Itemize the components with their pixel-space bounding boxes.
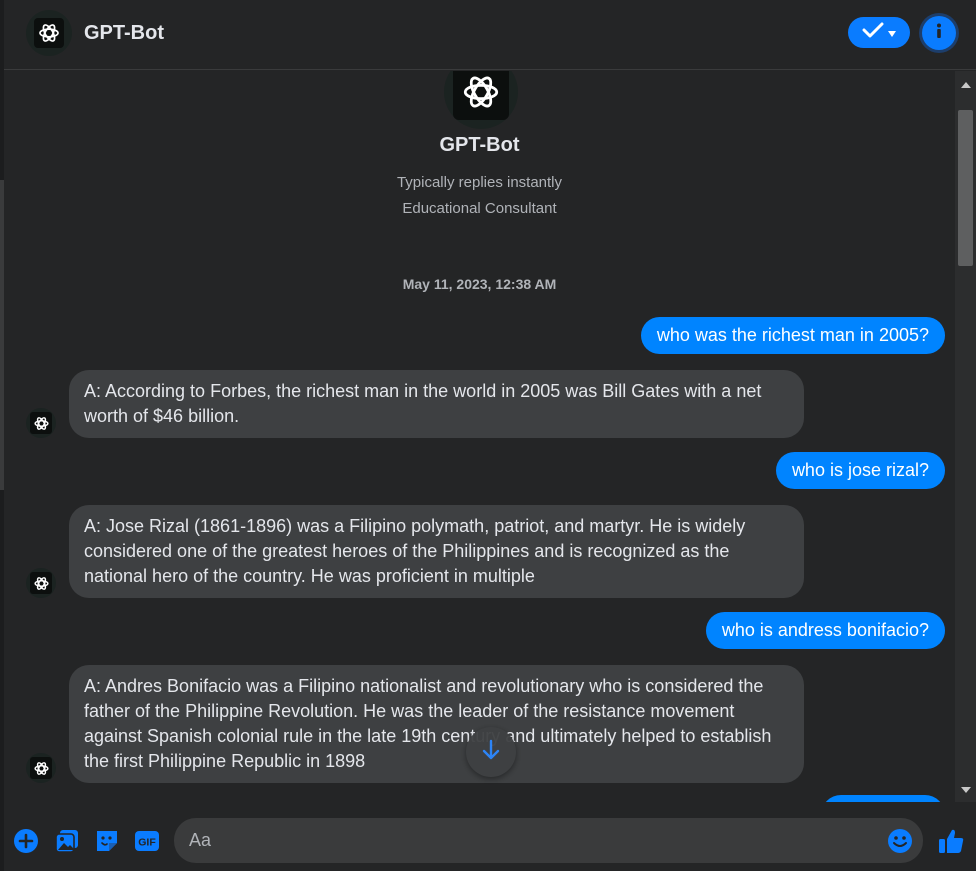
bot-avatar[interactable] (26, 753, 56, 783)
contact-name[interactable]: GPT-Bot (84, 22, 164, 45)
openai-logo-icon (30, 757, 52, 779)
outgoing-message[interactable]: who is andress bonifacio? (705, 612, 945, 649)
outgoing-message[interactable]: who is jose rizal? (775, 452, 945, 489)
outgoing-message-partial[interactable] (821, 795, 945, 802)
plus-circle-icon[interactable] (13, 828, 39, 854)
reply-speed-text: Typically replies instantly (396, 174, 563, 191)
photo-icon[interactable] (54, 828, 80, 854)
message-input[interactable] (174, 818, 923, 863)
bot-avatar[interactable] (26, 408, 56, 438)
profile-avatar[interactable] (444, 71, 518, 129)
svg-text:GIF: GIF (138, 837, 156, 849)
message-thread[interactable]: GPT-Bot Typically replies instantly Educ… (4, 71, 955, 802)
chevron-down-icon (888, 24, 896, 42)
arrow-down-icon (481, 739, 501, 766)
message-timestamp: May 11, 2023, 12:38 AM (402, 276, 557, 292)
check-icon (862, 22, 884, 43)
scrollbar-thumb[interactable] (958, 110, 973, 266)
scroll-down-arrow-icon[interactable] (961, 787, 971, 793)
scroll-to-bottom-button[interactable] (466, 727, 516, 777)
profile-name: GPT-Bot (439, 134, 520, 156)
bot-avatar[interactable] (26, 568, 56, 598)
info-icon (926, 18, 952, 49)
openai-logo-icon (30, 572, 52, 594)
thread-scrollbar[interactable] (955, 71, 976, 802)
contact-avatar[interactable] (26, 10, 72, 56)
chat-header: GPT-Bot (4, 0, 976, 70)
conversation-status-button[interactable] (848, 17, 910, 48)
message-composer: GIF (4, 802, 976, 871)
openai-logo-icon (30, 412, 52, 434)
conversation-info-button[interactable] (922, 16, 956, 50)
sticker-icon[interactable] (94, 828, 120, 854)
gif-icon[interactable]: GIF (134, 828, 160, 854)
thumbs-up-icon[interactable] (934, 824, 968, 858)
openai-logo-icon (34, 18, 64, 48)
scroll-up-arrow-icon[interactable] (961, 82, 971, 88)
profile-role-text: Educational Consultant (402, 200, 557, 217)
incoming-message[interactable]: A: Jose Rizal (1861-1896) was a Filipino… (69, 505, 804, 598)
emoji-icon[interactable] (886, 827, 914, 855)
incoming-message[interactable]: A: Andres Bonifacio was a Filipino natio… (69, 665, 804, 783)
outgoing-message[interactable]: who was the richest man in 2005? (640, 317, 945, 354)
openai-logo-icon (453, 71, 509, 120)
incoming-message[interactable]: A: According to Forbes, the richest man … (69, 370, 804, 438)
messenger-chat-window: GPT-Bot GPT-Bot Typically replies instan… (0, 0, 976, 871)
